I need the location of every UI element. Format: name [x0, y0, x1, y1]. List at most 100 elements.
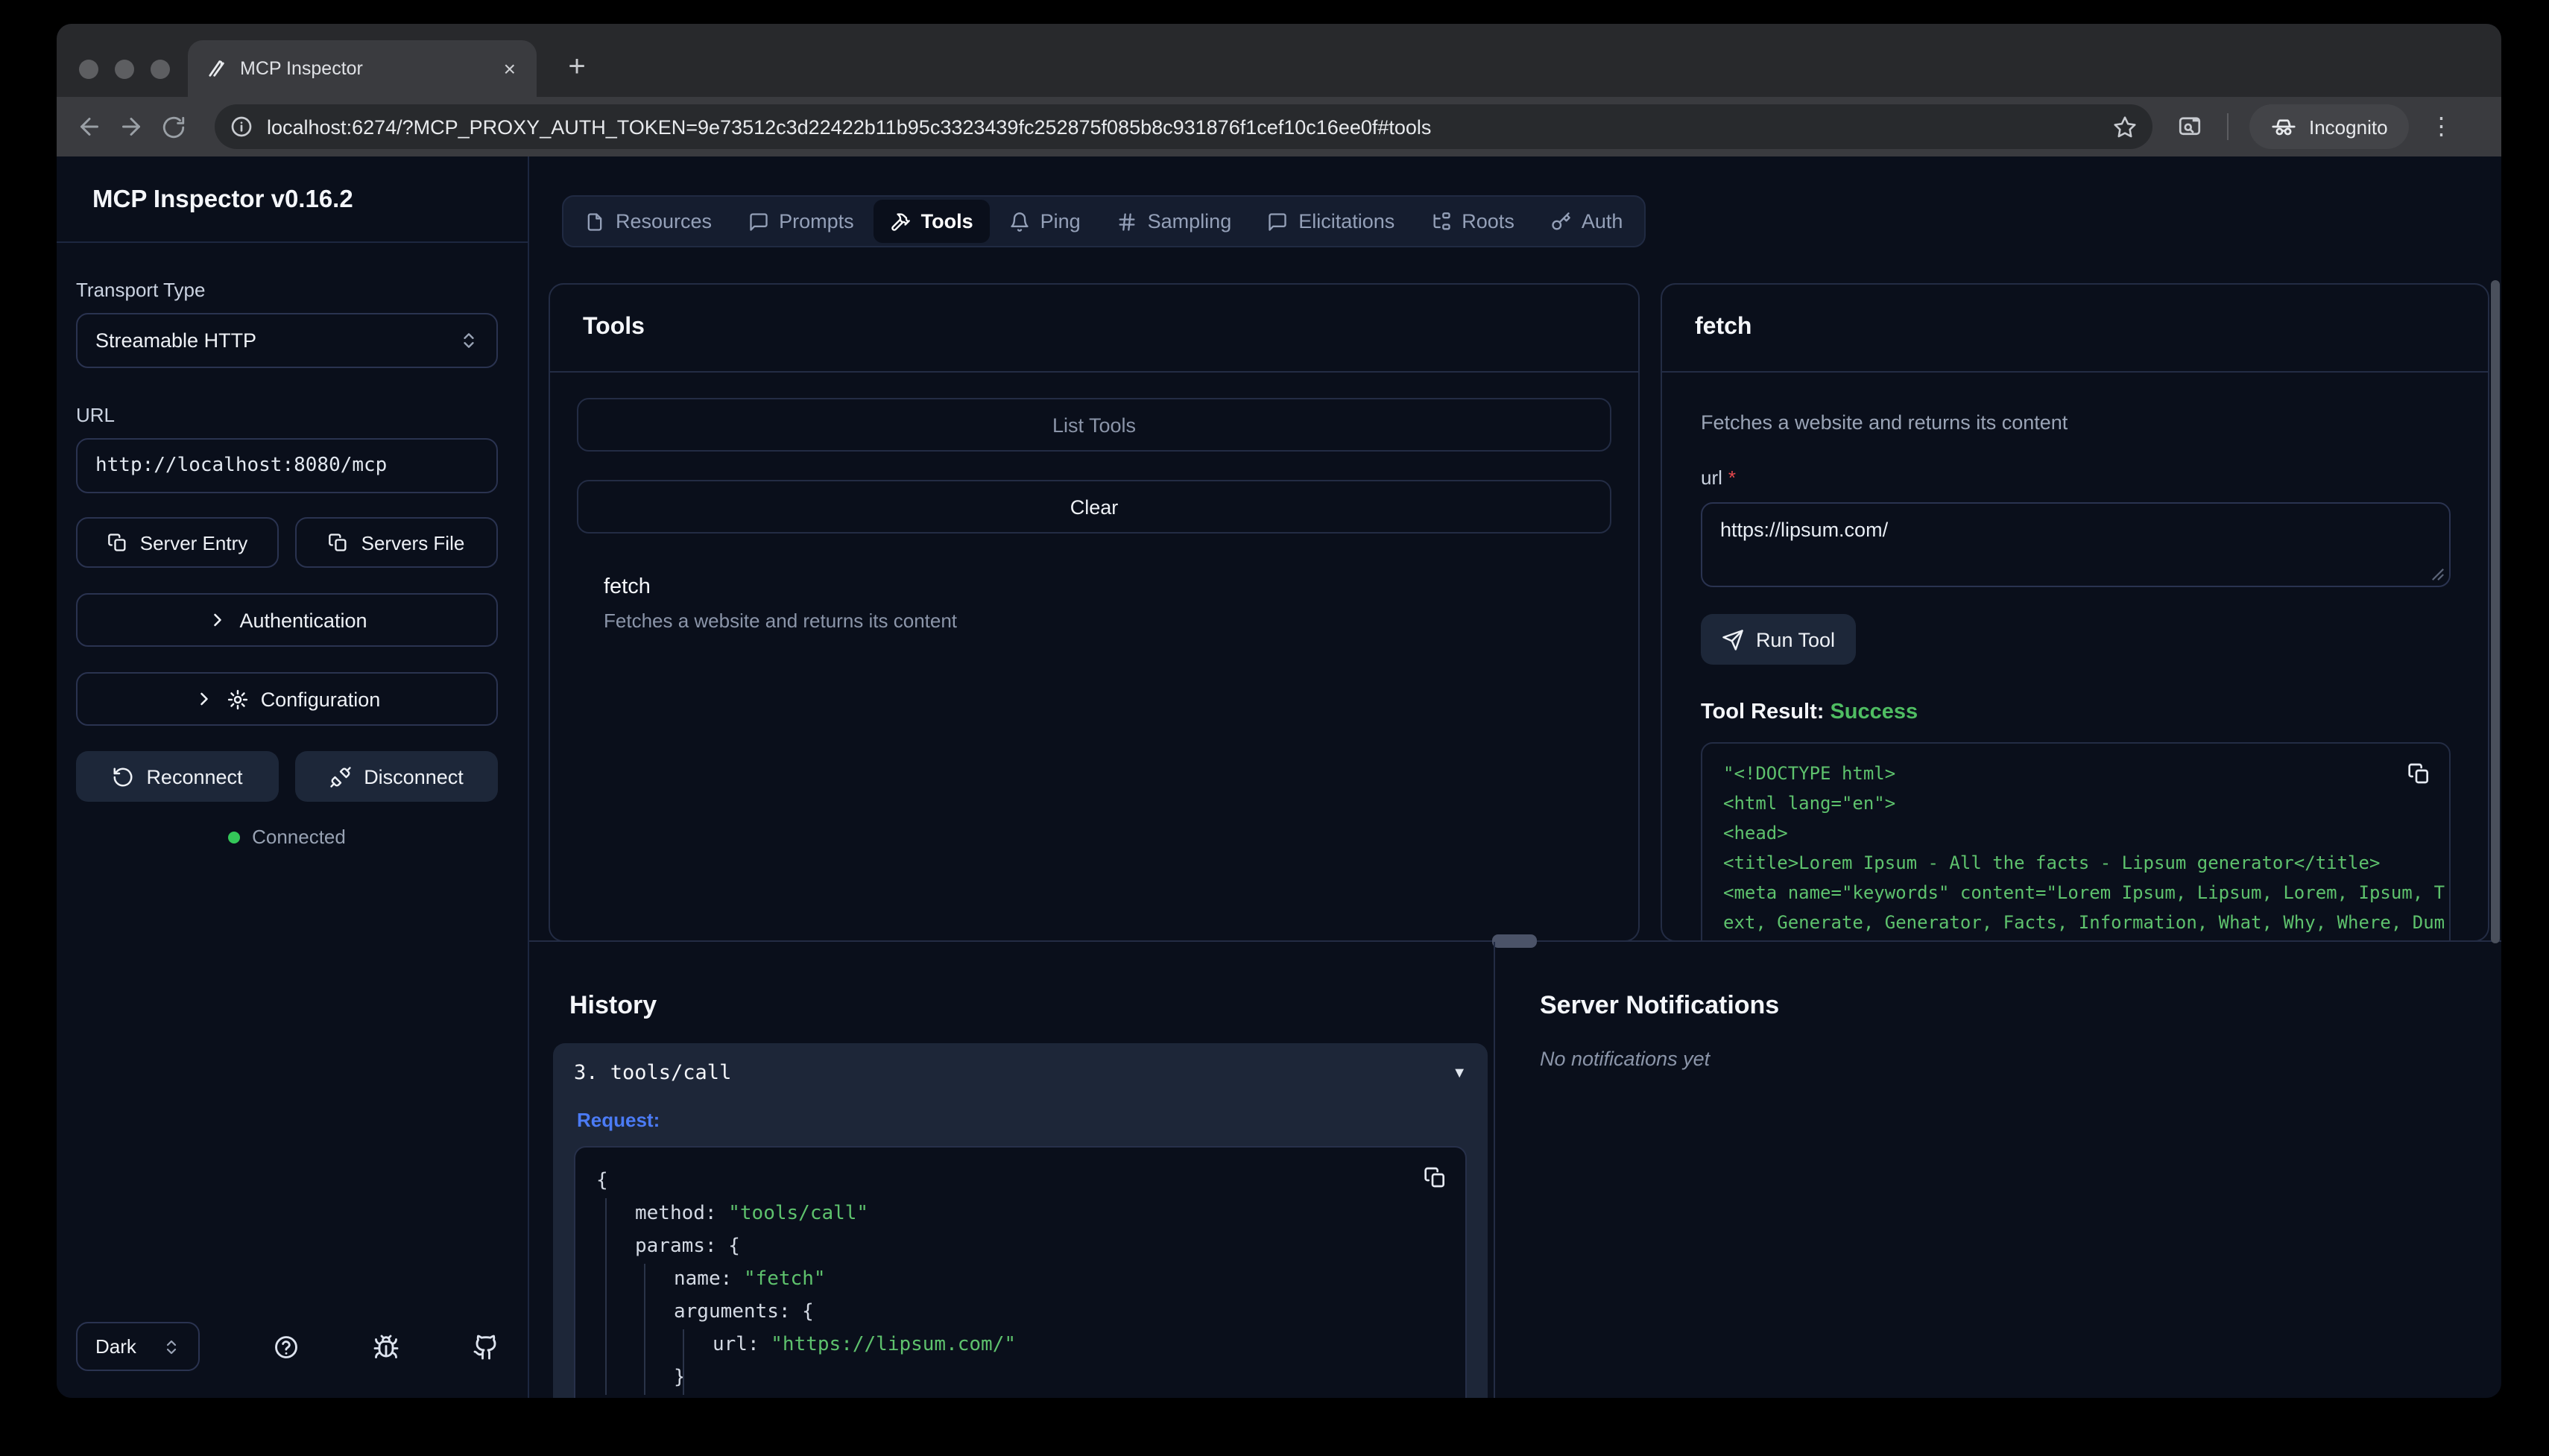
disconnect-button[interactable]: Disconnect	[295, 751, 498, 802]
zoom-window-button[interactable]	[151, 60, 170, 79]
incognito-badge: Incognito	[2249, 104, 2409, 149]
authentication-toggle[interactable]: Authentication	[76, 593, 498, 647]
minimize-window-button[interactable]	[115, 60, 134, 79]
json-line: {	[596, 1165, 1444, 1198]
reload-icon[interactable]	[152, 106, 194, 148]
close-window-button[interactable]	[79, 60, 98, 79]
incognito-icon	[2270, 113, 2297, 140]
tab-ping[interactable]: Ping	[993, 200, 1097, 243]
site-info-icon[interactable]	[230, 115, 253, 139]
tool-list-item-fetch[interactable]: fetch Fetches a website and returns its …	[604, 575, 1611, 632]
sidebar-divider	[57, 241, 528, 243]
browser-toolbar: localhost:6274/?MCP_PROXY_AUTH_TOKEN=9e7…	[57, 97, 2501, 156]
bug-icon[interactable]	[373, 1333, 399, 1360]
tab-sampling[interactable]: Sampling	[1100, 200, 1248, 243]
transport-type-select[interactable]: Streamable HTTP	[76, 313, 498, 368]
tab-label: Roots	[1462, 210, 1514, 232]
code-line: "<!DOCTYPE html>	[1723, 759, 2428, 788]
fetch-description: Fetches a website and returns its conten…	[1701, 411, 2449, 434]
tab-label: Resources	[616, 210, 712, 232]
page-scrollbar-thumb[interactable]	[2491, 280, 2500, 943]
tab-label: Auth	[1582, 210, 1623, 232]
tool-result-status: Success	[1830, 700, 1918, 724]
tab-tools[interactable]: Tools	[874, 200, 990, 243]
tab-label: Elicitations	[1298, 210, 1394, 232]
top-nav-tabs: Resources Prompts Tools Ping	[562, 195, 1645, 247]
clear-tools-button[interactable]: Clear	[577, 480, 1611, 534]
transport-type-value: Streamable HTTP	[95, 329, 256, 352]
tab-elicitations[interactable]: Elicitations	[1251, 200, 1411, 243]
servers-file-button[interactable]: Servers File	[295, 517, 498, 568]
forward-icon[interactable]	[110, 106, 152, 148]
tool-name: fetch	[604, 575, 1611, 599]
tab-title: MCP Inspector	[240, 58, 501, 79]
connection-status-label: Connected	[252, 826, 346, 848]
restart-icon	[112, 765, 134, 788]
tool-result-line: Tool Result: Success	[1701, 700, 2488, 724]
url-text[interactable]: localhost:6274/?MCP_PROXY_AUTH_TOKEN=9e7…	[267, 115, 2100, 138]
configuration-toggle[interactable]: Configuration	[76, 672, 498, 726]
message-icon	[1267, 211, 1288, 232]
code-line: <meta name="keywords" content="Lorem Ips…	[1723, 878, 2428, 908]
request-json-block[interactable]: { method: "tools/call" params: { name: "…	[574, 1146, 1467, 1398]
tab-auth[interactable]: Auth	[1534, 200, 1640, 243]
request-label: Request:	[577, 1109, 1467, 1131]
hash-icon	[1116, 211, 1137, 232]
bell-icon	[1009, 211, 1030, 232]
gear-icon	[227, 688, 249, 710]
chevron-right-icon	[206, 610, 227, 630]
send-icon	[1722, 628, 1744, 651]
tab-label: Tools	[921, 210, 973, 232]
search-tabs-icon[interactable]	[2176, 113, 2203, 140]
url-param-textarea[interactable]: https://lipsum.com/	[1701, 502, 2451, 587]
help-icon[interactable]	[273, 1333, 300, 1360]
authentication-label: Authentication	[239, 609, 367, 631]
resize-grip-icon[interactable]	[2431, 568, 2445, 581]
reconnect-button[interactable]: Reconnect	[76, 751, 279, 802]
history-entry-header[interactable]: 3. tools/call ▼	[574, 1043, 1467, 1103]
code-line: <html lang="en">	[1723, 788, 2428, 818]
chevrons-up-down-icon	[162, 1338, 180, 1355]
bookmark-star-icon[interactable]	[2112, 114, 2138, 139]
list-tools-button[interactable]: List Tools	[577, 398, 1611, 452]
json-line: params: {	[596, 1231, 1444, 1264]
key-icon	[1550, 211, 1571, 232]
copy-icon[interactable]	[2407, 762, 2431, 785]
collapse-triangle-icon[interactable]: ▼	[1452, 1065, 1467, 1081]
copy-icon	[329, 532, 350, 553]
chevron-right-icon	[194, 689, 215, 709]
browser-tab[interactable]: MCP Inspector ×	[188, 40, 537, 97]
run-tool-button[interactable]: Run Tool	[1701, 614, 1856, 665]
back-icon[interactable]	[69, 106, 110, 148]
no-notifications-text: No notifications yet	[1540, 1048, 1710, 1070]
divider-drag-handle[interactable]	[1492, 934, 1537, 948]
new-tab-button[interactable]: +	[555, 45, 599, 89]
server-entry-button[interactable]: Server Entry	[76, 517, 279, 568]
copy-icon[interactable]	[1424, 1165, 1447, 1189]
history-entry-label: 3. tools/call	[574, 1061, 731, 1085]
server-url-input[interactable]: http://localhost:8080/mcp	[76, 438, 498, 493]
theme-select[interactable]: Dark	[76, 1322, 200, 1371]
connection-status: Connected	[76, 826, 498, 848]
tab-prompts[interactable]: Prompts	[731, 200, 871, 243]
browser-menu-icon[interactable]: ⋮	[2430, 112, 2454, 142]
indent-guide	[683, 1329, 684, 1395]
github-icon[interactable]	[473, 1333, 499, 1360]
tool-result-code-block[interactable]: "<!DOCTYPE html> <html lang="en"> <head>…	[1701, 742, 2451, 942]
desktop: MCP Inspector × + localhost:6274/?MCP_PR…	[0, 0, 2549, 1456]
close-tab-icon[interactable]: ×	[501, 57, 519, 80]
json-line: url: "https://lipsum.com/"	[596, 1329, 1444, 1362]
address-bar[interactable]: localhost:6274/?MCP_PROXY_AUTH_TOKEN=9e7…	[215, 104, 2152, 149]
indent-guide	[605, 1198, 607, 1395]
history-entry-card: 3. tools/call ▼ Request: { method: "tool…	[553, 1043, 1488, 1398]
tools-panel: Tools List Tools Clear fetch Fetches a w…	[549, 283, 1640, 942]
mcp-inspector-page: MCP Inspector v0.16.2 Transport Type Str…	[57, 156, 2501, 1398]
disconnect-label: Disconnect	[364, 765, 464, 788]
traffic-lights[interactable]	[79, 60, 170, 79]
url-param-label: url*	[1701, 466, 2449, 489]
tab-roots[interactable]: Roots	[1414, 200, 1531, 243]
run-tool-label: Run Tool	[1756, 628, 1835, 651]
transport-type-label: Transport Type	[76, 279, 498, 301]
tab-resources[interactable]: Resources	[568, 200, 728, 243]
tool-result-label: Tool Result:	[1701, 700, 1824, 724]
